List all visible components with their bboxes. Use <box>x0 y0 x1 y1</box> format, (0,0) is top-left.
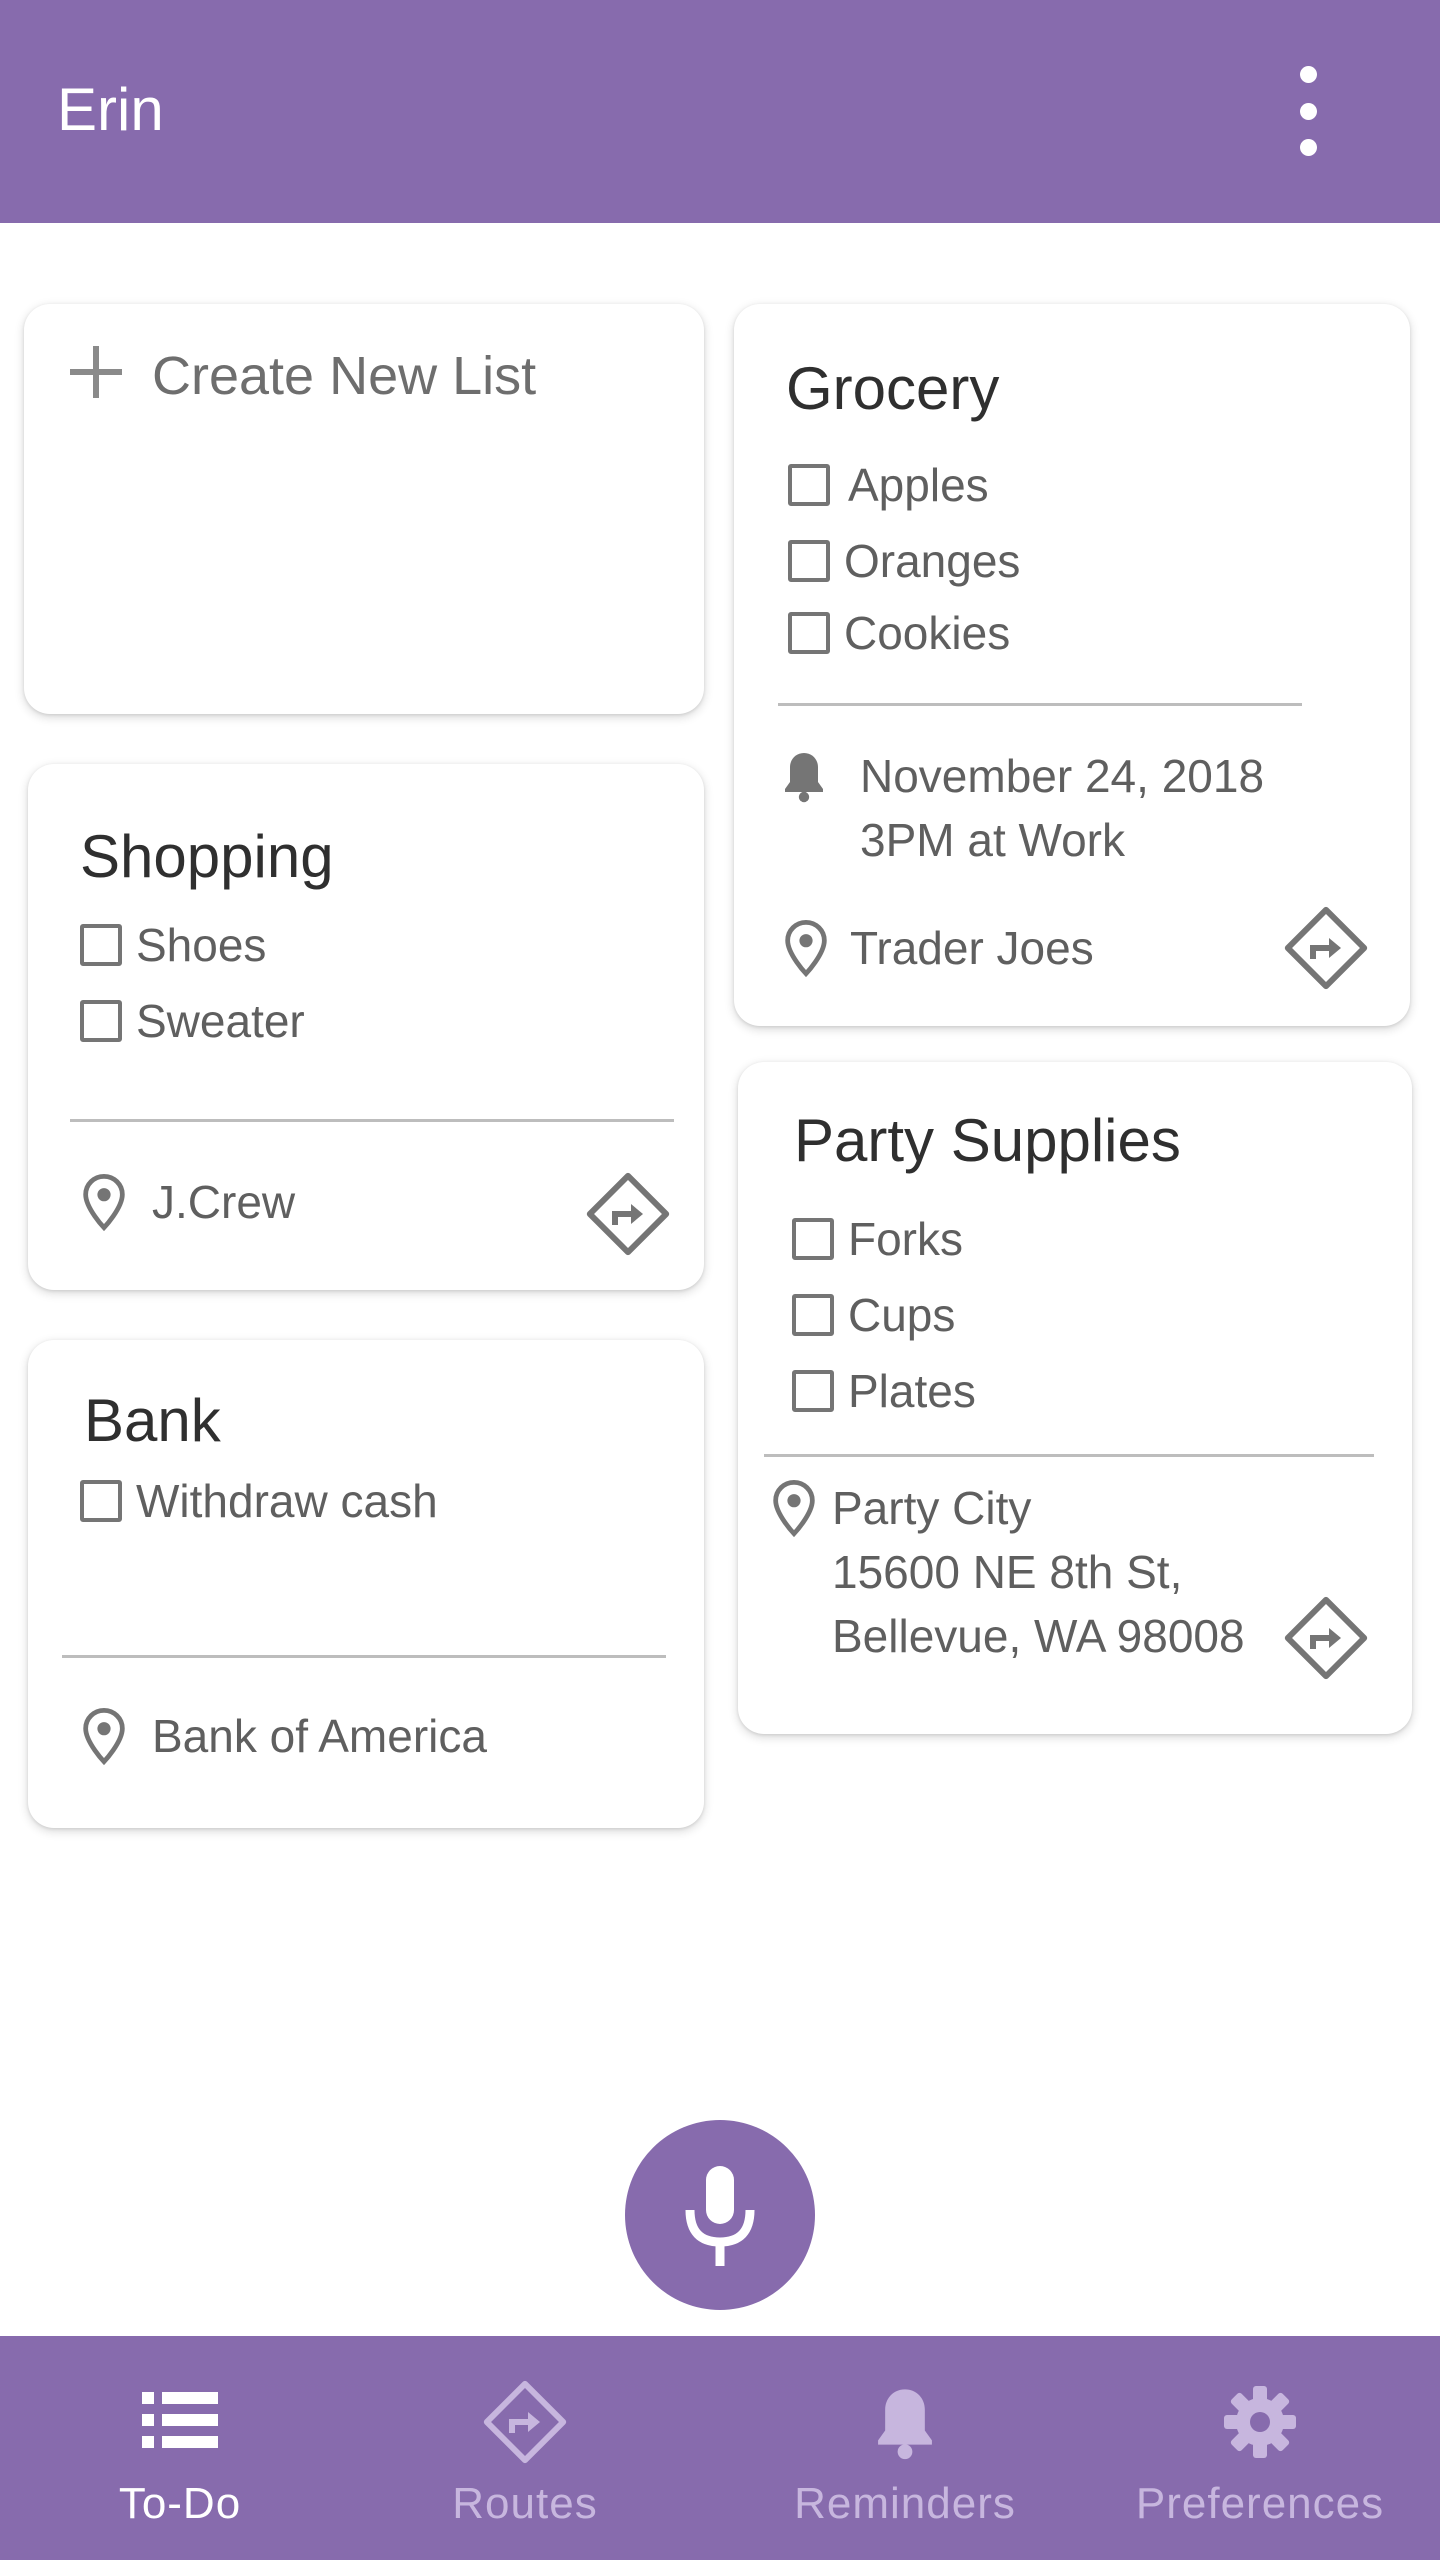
nav-item-routes[interactable]: Routes <box>345 2336 705 2560</box>
list-item-label: Cookies <box>844 607 1011 659</box>
directions-icon <box>483 2380 567 2464</box>
gear-icon <box>1224 2386 1296 2458</box>
checkbox[interactable] <box>80 924 122 966</box>
nav-label: Preferences <box>1135 2479 1385 2528</box>
list-card-grocery[interactable]: Grocery Apples Oranges Cookies November … <box>734 304 1410 1026</box>
list-item[interactable]: Shoes <box>80 918 266 972</box>
list-item[interactable]: Forks <box>792 1212 963 1266</box>
reminder-date: November 24, 2018 <box>860 750 1265 802</box>
nav-item-preferences[interactable]: Preferences <box>1080 2336 1440 2560</box>
list-item[interactable]: Cups <box>792 1288 955 1342</box>
location-pin-icon <box>83 1707 125 1766</box>
list-title: Party Supplies <box>794 1107 1181 1174</box>
checkbox[interactable] <box>80 1480 122 1522</box>
location-pin-icon <box>83 1173 125 1232</box>
list-item[interactable]: Withdraw cash <box>80 1474 438 1528</box>
list-item[interactable]: Apples <box>788 458 989 512</box>
address-line-1: 15600 NE 8th St, <box>832 1546 1183 1598</box>
list-item[interactable]: Oranges <box>788 534 1020 588</box>
location-label: Bank of America <box>152 1710 487 1762</box>
list-item-label: Cups <box>848 1289 956 1341</box>
list-icon <box>142 2392 218 2448</box>
voice-input-button[interactable] <box>625 2120 815 2310</box>
address-line-2: Bellevue, WA 98008 <box>832 1610 1245 1662</box>
checkbox[interactable] <box>792 1294 834 1336</box>
divider <box>764 1454 1374 1457</box>
location-pin-icon <box>773 1479 815 1538</box>
divider <box>62 1655 666 1658</box>
checkbox[interactable] <box>80 1000 122 1042</box>
list-card-bank[interactable]: Bank Withdraw cash Bank of America <box>28 1340 704 1828</box>
nav-item-reminders[interactable]: Reminders <box>725 2336 1085 2560</box>
bell-icon <box>878 2389 932 2460</box>
nav-label: Routes <box>452 2479 598 2528</box>
plus-icon <box>70 346 122 398</box>
overflow-menu-icon[interactable] <box>1280 66 1336 156</box>
checkbox[interactable] <box>788 464 830 506</box>
checkbox[interactable] <box>792 1218 834 1260</box>
list-item-label: Forks <box>848 1213 963 1265</box>
divider <box>70 1119 674 1122</box>
list-item[interactable]: Sweater <box>80 994 305 1048</box>
list-card-shopping[interactable]: Shopping Shoes Sweater J.Crew <box>28 764 704 1290</box>
list-item-label: Plates <box>848 1365 976 1417</box>
directions-icon[interactable] <box>1280 902 1372 994</box>
list-item-label: Sweater <box>136 995 305 1047</box>
create-new-list-label: Create New List <box>152 346 537 406</box>
list-card-party-supplies[interactable]: Party Supplies Forks Cups Plates Party C… <box>738 1062 1412 1734</box>
list-item-label: Withdraw cash <box>136 1475 438 1527</box>
create-new-list-card[interactable]: Create New List <box>24 304 704 714</box>
location-label: Trader Joes <box>850 922 1094 974</box>
directions-icon[interactable] <box>582 1168 674 1260</box>
list-item-label: Apples <box>848 459 989 511</box>
checkbox[interactable] <box>792 1370 834 1412</box>
directions-icon[interactable] <box>1280 1592 1372 1684</box>
list-item-label: Oranges <box>844 535 1021 587</box>
nav-label: To-Do <box>118 2479 242 2528</box>
location-label: J.Crew <box>152 1176 296 1228</box>
bell-icon <box>785 753 823 803</box>
list-item[interactable]: Plates <box>792 1364 976 1418</box>
nav-label: Reminders <box>794 2479 1016 2528</box>
checkbox[interactable] <box>788 612 830 654</box>
microphone-icon <box>685 2166 755 2266</box>
list-title: Shopping <box>80 823 334 890</box>
list-title: Bank <box>84 1387 221 1454</box>
nav-item-todo[interactable]: To-Do <box>0 2336 360 2560</box>
app-bar: Erin <box>0 0 1440 223</box>
location-name: Party City <box>832 1482 1032 1534</box>
bottom-navigation: To-Do Routes Reminders Preferences <box>0 2336 1440 2560</box>
reminder-detail: 3PM at Work <box>860 814 1125 866</box>
list-title: Grocery <box>786 355 1000 422</box>
app-title: Erin <box>57 76 164 143</box>
list-item-label: Shoes <box>136 919 267 971</box>
list-item[interactable]: Cookies <box>788 606 1010 660</box>
divider <box>778 703 1302 706</box>
checkbox[interactable] <box>788 540 830 582</box>
location-pin-icon <box>785 919 827 978</box>
